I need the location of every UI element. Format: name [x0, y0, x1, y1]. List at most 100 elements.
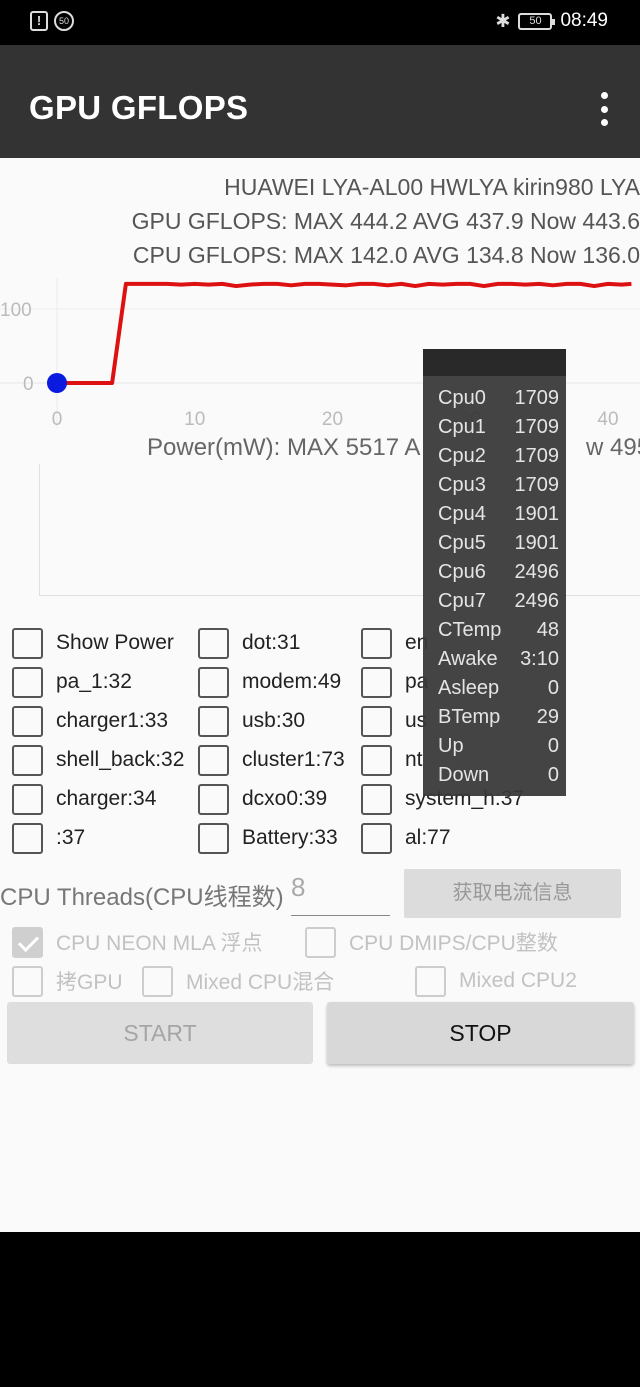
checkbox-sensor[interactable]: shell_back:32 [12, 743, 184, 777]
clock: 08:49 [560, 10, 608, 31]
alert-notification-icon: ! [30, 11, 48, 31]
checkbox-sensor[interactable]: dot:31 [198, 626, 300, 660]
get-current-info-button[interactable]: 获取电流信息 [404, 869, 621, 918]
checkbox-label: usb:30 [242, 709, 306, 732]
tooltip-value: 2496 [514, 590, 560, 612]
checkbox-box[interactable] [361, 705, 392, 737]
checkbox-sensor[interactable]: en [361, 626, 428, 660]
tooltip-row: Up 0 [438, 735, 559, 764]
option-mixed-cpu[interactable]: Mixed CPU混合 [142, 964, 334, 998]
cpu-threads-label: CPU Threads(CPU线程数) [0, 884, 284, 911]
x-tick-label: 10 [184, 409, 205, 428]
tooltip-key: Asleep [438, 677, 500, 699]
checkbox-box[interactable] [198, 822, 229, 854]
tooltip-value: 1709 [514, 387, 560, 409]
navigation-area [0, 1232, 640, 1387]
checkbox-label: shell_back:32 [56, 748, 185, 771]
checkbox-sensor[interactable]: dcxo0:39 [198, 782, 327, 816]
option-cpu-dmips[interactable]: CPU DMIPS/CPU整数 [305, 925, 558, 959]
checkbox-box[interactable] [198, 666, 229, 698]
tooltip-value: 29 [536, 706, 559, 728]
checkbox-box[interactable] [12, 822, 43, 854]
checkbox-show-power[interactable]: Show Power [12, 626, 174, 660]
checkbox-label: CPU NEON MLA 浮点 [56, 932, 263, 955]
checkbox-box[interactable] [12, 627, 43, 659]
checkbox-sensor[interactable]: pa_1:32 [12, 665, 132, 699]
checkbox-box[interactable] [305, 926, 336, 958]
checkbox-box[interactable] [12, 783, 43, 815]
app-bar: GPU GFLOPS [0, 45, 640, 158]
tooltip-row: BTemp 29 [438, 706, 559, 735]
checkbox-box[interactable] [198, 783, 229, 815]
tooltip-key: Awake [438, 648, 498, 670]
checkbox-sensor[interactable]: modem:49 [198, 665, 341, 699]
checkbox-box[interactable] [198, 627, 229, 659]
tooltip-value: 1901 [514, 532, 560, 554]
checkbox-label: pa_1:32 [56, 670, 132, 693]
checkbox-sensor[interactable]: :37 [12, 821, 85, 855]
checkbox-box[interactable] [361, 627, 392, 659]
checkbox-box[interactable] [12, 926, 43, 958]
start-data-point [47, 373, 67, 393]
tooltip-value: 48 [536, 619, 559, 641]
checkbox-box[interactable] [12, 666, 43, 698]
device-info: HUAWEI LYA-AL00 HWLYA kirin980 LYA [224, 174, 640, 200]
x-tick-label: 40 [597, 409, 618, 428]
checkbox-box[interactable] [361, 822, 392, 854]
checkbox-sensor[interactable]: nt [361, 743, 423, 777]
option-mixed-cpu2[interactable]: Mixed CPU2 [415, 964, 577, 998]
checkbox-sensor[interactable]: charger:34 [12, 782, 156, 816]
tooltip-value: 0 [547, 764, 559, 786]
tooltip-key: BTemp [438, 706, 501, 728]
checkbox-box[interactable] [361, 666, 392, 698]
tooltip-row: Cpu1 1709 [438, 416, 559, 445]
tooltip-row: Cpu5 1901 [438, 532, 559, 561]
tooltip-row: Awake 3:10 [438, 648, 559, 677]
checkbox-box[interactable] [415, 965, 446, 997]
checkbox-sensor[interactable]: pa [361, 665, 428, 699]
checkbox-label: nt [405, 748, 423, 771]
tooltip-key: Down [438, 764, 490, 786]
tooltip-key: Cpu0 [438, 387, 486, 409]
checkbox-box[interactable] [12, 965, 43, 997]
tooltip-key: Cpu4 [438, 503, 486, 525]
option-gpu[interactable]: 拷GPU [12, 964, 123, 998]
checkbox-box[interactable] [198, 744, 229, 776]
tooltip-key: Up [438, 735, 464, 757]
tooltip-value: 3:10 [520, 648, 559, 670]
power-stats-label: Power(mW): MAX 5517 A [147, 434, 421, 461]
cpu-threads-input[interactable]: 8 [291, 872, 390, 916]
stop-button[interactable]: STOP [327, 1002, 634, 1064]
tooltip-key: CTemp [438, 619, 502, 641]
checkbox-label: dot:31 [242, 631, 301, 654]
tooltip-key: Cpu1 [438, 416, 486, 438]
checkbox-sensor[interactable]: charger1:33 [12, 704, 168, 738]
overflow-menu-icon[interactable] [598, 92, 610, 126]
checkbox-box[interactable] [198, 705, 229, 737]
checkbox-sensor[interactable]: us [361, 704, 427, 738]
checkbox-box[interactable] [361, 744, 392, 776]
checkbox-sensor[interactable]: cluster1:73 [198, 743, 345, 777]
app-title: GPU GFLOPS [29, 89, 249, 126]
start-button[interactable]: START [7, 1002, 313, 1064]
checkbox-sensor[interactable]: usb:30 [198, 704, 305, 738]
tooltip-header [423, 349, 566, 376]
status-bar: ! 50 ✱ 50 08:49 [0, 0, 640, 45]
tooltip-row: CTemp 48 [438, 619, 559, 648]
checkbox-box[interactable] [12, 744, 43, 776]
checkbox-sensor[interactable]: al:77 [361, 821, 451, 855]
data-usage-notification-icon: 50 [54, 11, 74, 31]
checkbox-label: CPU DMIPS/CPU整数 [349, 932, 558, 955]
checkbox-label: :37 [56, 826, 86, 849]
option-cpu-neon-mla[interactable]: CPU NEON MLA 浮点 [12, 925, 263, 959]
checkbox-label: cluster1:73 [242, 748, 345, 771]
checkbox-box[interactable] [361, 783, 392, 815]
checkbox-label: Mixed CPU2 [459, 969, 577, 992]
tooltip-key: Cpu6 [438, 561, 486, 583]
checkbox-sensor[interactable]: Battery:33 [198, 821, 338, 855]
checkbox-box[interactable] [142, 965, 173, 997]
tooltip-value: 1709 [514, 474, 560, 496]
checkbox-label: Mixed CPU混合 [186, 971, 335, 994]
checkbox-box[interactable] [12, 705, 43, 737]
tooltip-value: 2496 [514, 561, 560, 583]
